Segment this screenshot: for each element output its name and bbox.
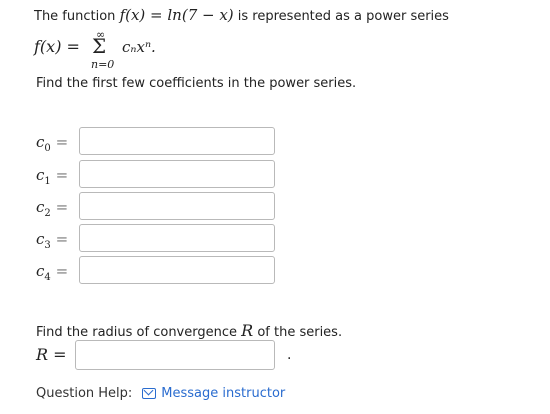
coef-input-0[interactable] <box>79 127 275 155</box>
coef-input-3[interactable] <box>79 224 275 252</box>
sum-symbol: Σ <box>92 34 107 58</box>
sum-lower-limit: n=0 <box>91 58 115 71</box>
question-help: Question Help: Message instructor <box>36 386 285 401</box>
radius-input[interactable] <box>75 340 275 370</box>
intro-suffix: is represented as a power series <box>233 9 449 24</box>
series-term: cₙxⁿ. <box>122 38 156 56</box>
coef-label-0: c0 = <box>36 133 69 154</box>
coef-label-4: c4 = <box>36 262 69 283</box>
coef-label-1: c1 = <box>36 166 69 187</box>
coef-input-4[interactable] <box>79 256 275 284</box>
intro-prefix: The function <box>34 9 120 24</box>
intro-function: f(x) = ln(7 − x) <box>119 6 234 24</box>
question-help-label: Question Help: <box>36 386 133 401</box>
radius-prompt: Find the radius of convergence R of the … <box>36 321 343 340</box>
coef-input-2[interactable] <box>79 192 275 220</box>
coef-label-3: c3 = <box>36 230 69 251</box>
radius-symbol: R <box>241 321 254 340</box>
coef-label-2: c2 = <box>36 198 69 219</box>
coefficients-prompt: Find the first few coefficients in the p… <box>36 76 357 91</box>
power-series: f(x) = ∞ Σ n=0 cₙxⁿ. <box>34 28 234 72</box>
radius-label: R = <box>36 345 67 364</box>
coef-input-1[interactable] <box>79 160 275 188</box>
series-lhs: f(x) = <box>34 37 80 56</box>
message-instructor-link[interactable]: Message instructor <box>161 386 285 401</box>
problem-intro: The function f(x) = ln(7 − x) is represe… <box>34 6 449 24</box>
radius-trailing-period: . <box>287 347 292 363</box>
mail-icon[interactable] <box>142 388 157 399</box>
